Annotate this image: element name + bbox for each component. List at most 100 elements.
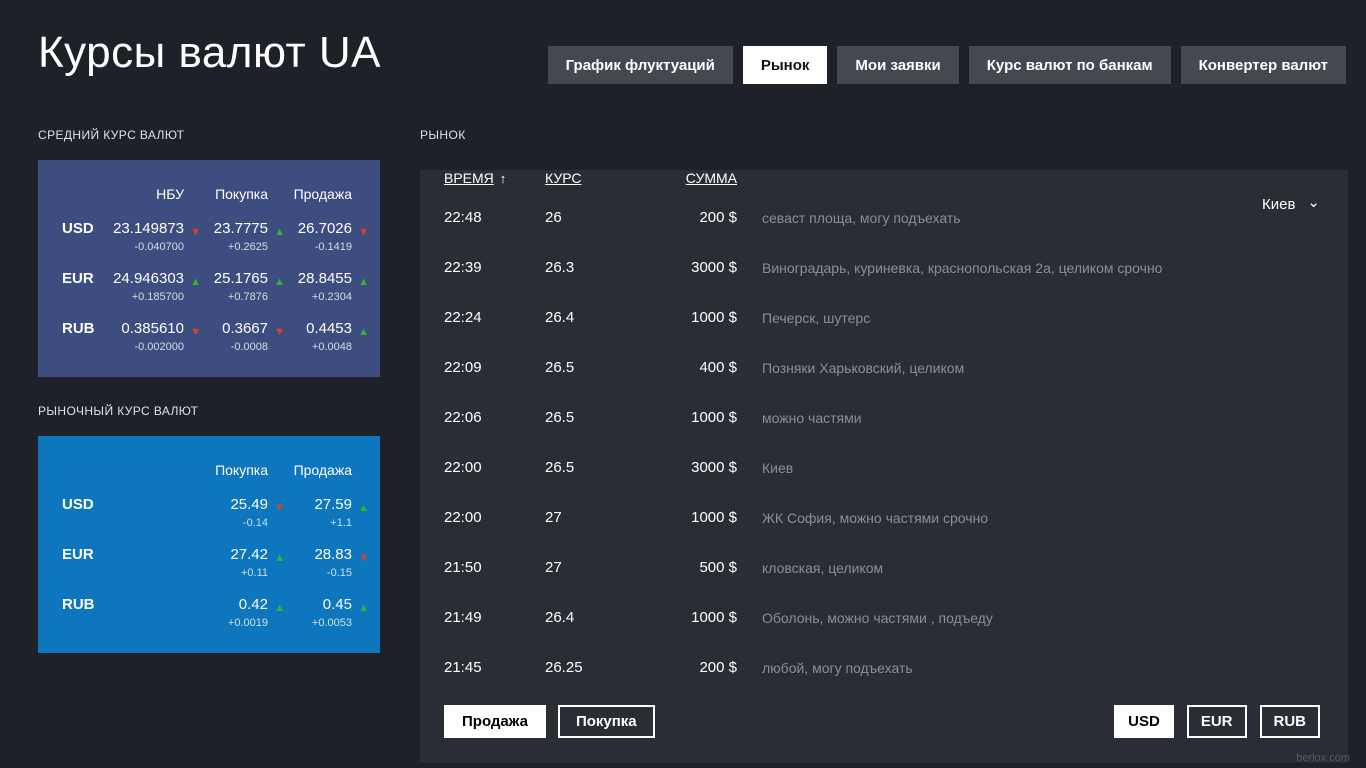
currency-button-group: USD EUR RUB — [1114, 705, 1320, 738]
currency-eur-button[interactable]: EUR — [1186, 705, 1247, 738]
market-row[interactable]: 22:48 26 200 $ севаст площа, могу подъех… — [420, 203, 1348, 253]
row-rate: 26 — [545, 209, 562, 226]
row-rate: 26.5 — [545, 359, 575, 376]
row-rate: 26.4 — [545, 609, 575, 626]
currency-label: EUR — [62, 270, 94, 287]
tab-bank-rates[interactable]: Курс валют по банкам — [968, 46, 1171, 84]
rate-delta: -0.040700 — [134, 241, 184, 253]
sort-asc-icon: ↑ — [499, 171, 507, 186]
rate-delta: -0.14 — [242, 517, 268, 529]
rate-cell: 28.83 -0.15 — [268, 546, 352, 582]
rate-delta: +0.185700 — [131, 291, 184, 303]
tab-market[interactable]: Рынок — [742, 46, 828, 84]
tab-label: Конвертер валют — [1198, 56, 1328, 74]
row-time: 22:39 — [444, 259, 482, 276]
rate-value: 26.7026 — [297, 220, 352, 237]
row-time: 21:50 — [444, 559, 482, 576]
rate-cell: 0.45 +0.0053 — [268, 596, 352, 632]
rate-cell: 23.7775 +0.2625 — [184, 220, 268, 256]
currency-rub-button[interactable]: RUB — [1259, 705, 1320, 738]
trend-arrow-icon — [358, 322, 369, 341]
market-rate-row-usd: USD 25.49 -0.14 27.59 +1.1 — [38, 496, 380, 532]
currency-label: RUB — [62, 320, 95, 337]
market-row[interactable]: 22:06 26.5 1000 $ можно частями — [420, 403, 1348, 453]
row-comment: севаст площа, могу подъехать — [762, 210, 961, 226]
row-rate: 26.5 — [545, 459, 575, 476]
rate-value: 0.385610 — [121, 320, 184, 337]
rate-cell: 26.7026 -0.1419 — [268, 220, 352, 256]
market-row[interactable]: 22:00 26.5 3000 $ Киев — [420, 453, 1348, 503]
row-amount: 1000 $ — [691, 409, 737, 426]
mode-button-group: Продажа Покупка — [444, 705, 655, 738]
market-section: РЫНОК Киев ⌄ ВРЕМЯ ↑ КУРС СУММА 22:48 26 … — [420, 128, 1348, 763]
row-comment: Печерск, шутерс — [762, 310, 871, 326]
column-header-buy: Покупка — [215, 186, 268, 202]
rate-value: 0.45 — [322, 596, 352, 613]
rate-value: 25.1765 — [213, 270, 268, 287]
row-comment: любой, могу подъехать — [762, 660, 913, 676]
tab-label: Рынок — [760, 56, 810, 74]
trend-arrow-icon — [358, 222, 369, 241]
trend-arrow-icon — [358, 598, 369, 617]
market-section-title: РЫНОК — [420, 128, 466, 142]
column-header-rate[interactable]: КУРС — [545, 170, 680, 194]
rate-delta: +0.2625 — [227, 241, 268, 253]
trend-arrow-icon — [358, 548, 369, 567]
rate-value: 25.49 — [230, 496, 268, 513]
sell-button[interactable]: Продажа — [444, 705, 546, 738]
market-rate-row-rub: RUB 0.42 +0.0019 0.45 +0.0053 — [38, 596, 380, 632]
market-row[interactable]: 22:39 26.3 3000 $ Виноградарь, куриневка… — [420, 253, 1348, 303]
market-rates-panel: Покупка Продажа USD 25.49 -0.14 27.59 +1… — [38, 436, 380, 653]
rate-value: 28.8455 — [297, 270, 352, 287]
rate-delta: -0.002000 — [134, 341, 184, 353]
rate-cell: 0.42 +0.0019 — [102, 596, 268, 632]
rate-cell: 27.59 +1.1 — [268, 496, 352, 532]
market-row[interactable]: 22:00 27 1000 $ ЖК София, можно частями … — [420, 503, 1348, 553]
rate-delta: -0.0008 — [230, 341, 268, 353]
tab-label: Курс валют по банкам — [986, 56, 1153, 74]
currency-usd-button[interactable]: USD — [1114, 705, 1174, 738]
rate-delta: +0.0019 — [227, 617, 268, 629]
market-row[interactable]: 22:24 26.4 1000 $ Печерск, шутерс — [420, 303, 1348, 353]
rate-value: 27.42 — [230, 546, 268, 563]
rate-value: 27.59 — [314, 496, 352, 513]
row-time: 22:00 — [444, 459, 482, 476]
rate-delta: +0.2304 — [311, 291, 352, 303]
rate-value: 0.42 — [238, 596, 268, 613]
row-comment: можно частями — [762, 410, 862, 426]
rate-delta: -0.1419 — [314, 241, 352, 253]
row-comment: Киев — [762, 460, 794, 476]
row-comment: ЖК София, можно частями срочно — [762, 510, 989, 526]
tab-fluctuation-chart[interactable]: График флуктуаций — [547, 46, 733, 84]
rate-cell: 25.49 -0.14 — [102, 496, 268, 532]
row-comment: Позняки Харьковский, целиком — [762, 360, 965, 376]
rate-value: 0.4453 — [306, 320, 352, 337]
rate-cell: 25.1765 +0.7876 — [184, 270, 268, 306]
watermark: berlox.com — [1296, 752, 1350, 764]
market-row[interactable]: 22:09 26.5 400 $ Позняки Харьковский, це… — [420, 353, 1348, 403]
row-amount: 1000 $ — [691, 309, 737, 326]
market-row[interactable]: 21:50 27 500 $ кловская, целиком — [420, 553, 1348, 603]
currency-label: EUR — [62, 546, 94, 563]
market-rates-header: Покупка Продажа — [38, 436, 380, 482]
chevron-down-icon: ⌄ — [1307, 193, 1320, 211]
tab-my-orders[interactable]: Мои заявки — [837, 46, 959, 84]
rate-value: 28.83 — [314, 546, 352, 563]
rate-delta: +0.7876 — [227, 291, 268, 303]
column-header-buy: Покупка — [215, 462, 268, 478]
column-header-amount[interactable]: СУММА — [680, 170, 737, 194]
market-table-header: ВРЕМЯ ↑ КУРС СУММА — [420, 170, 1348, 194]
market-row[interactable]: 21:49 26.4 1000 $ Оболонь, можно частями… — [420, 603, 1348, 653]
tab-converter[interactable]: Конвертер валют — [1180, 46, 1346, 84]
column-header-time[interactable]: ВРЕМЯ ↑ — [444, 170, 545, 194]
row-amount: 1000 $ — [691, 609, 737, 626]
market-row[interactable]: 21:45 26.25 200 $ любой, могу подъехать — [420, 653, 1348, 703]
avg-rate-row-rub: RUB 0.385610 -0.002000 0.3667 -0.0008 0.… — [38, 320, 380, 356]
city-filter-dropdown[interactable]: Киев ⌄ — [1262, 193, 1320, 214]
row-time: 21:45 — [444, 659, 482, 676]
market-table-body: 22:48 26 200 $ севаст площа, могу подъех… — [420, 203, 1348, 703]
rate-cell: 0.385610 -0.002000 — [102, 320, 184, 356]
buy-button[interactable]: Покупка — [557, 705, 655, 738]
avg-rates-section-title: СРЕДНИЙ КУРС ВАЛЮТ — [38, 128, 185, 142]
button-label: EUR — [1200, 713, 1233, 730]
